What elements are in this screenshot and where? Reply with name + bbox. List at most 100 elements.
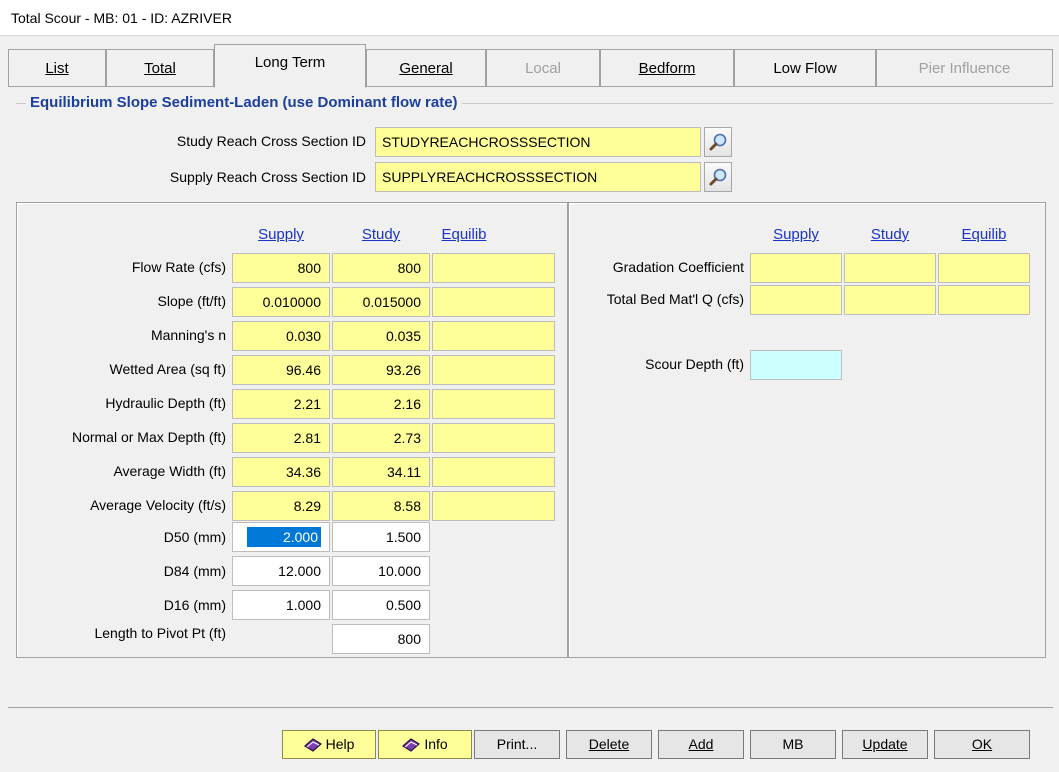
supply-cell[interactable]: 8.29 <box>232 491 330 521</box>
row-label: Flow Rate (cfs) <box>131 259 226 275</box>
supply-cell[interactable]: 0.030 <box>232 321 330 351</box>
study-cell[interactable]: 0.500 <box>332 590 430 620</box>
tab-long-term[interactable]: Long Term <box>214 44 366 88</box>
study-cell[interactable]: 2.73 <box>332 423 430 453</box>
equilib-cell[interactable] <box>432 321 555 351</box>
window-title: Total Scour - MB: 01 - ID: AZRIVER <box>0 0 1059 36</box>
tab-low-flow[interactable]: Low Flow <box>734 49 876 86</box>
supply-reach-label: Supply Reach Cross Section ID <box>169 169 366 185</box>
study-cell[interactable]: 800 <box>332 253 430 283</box>
supply-cell[interactable] <box>750 253 842 283</box>
col-header-supply[interactable]: Supply <box>750 226 842 243</box>
supply-reach-search-button[interactable] <box>704 162 732 192</box>
equilib-cell[interactable] <box>432 287 555 317</box>
supply-cell[interactable]: 800 <box>232 253 330 283</box>
supply-cell[interactable]: 0.010000 <box>232 287 330 317</box>
tab-label: Long Term <box>254 54 326 71</box>
study-cell[interactable]: 8.58 <box>332 491 430 521</box>
tab-bedform[interactable]: Bedform <box>600 49 734 86</box>
tab-list[interactable]: List <box>8 49 106 86</box>
supply-cell[interactable]: 96.46 <box>232 355 330 385</box>
tab-label: General <box>399 60 453 77</box>
scour-depth-label: Scour Depth (ft) <box>645 356 744 372</box>
study-cell[interactable]: 2.16 <box>332 389 430 419</box>
tab-total[interactable]: Total <box>106 49 214 86</box>
row-label: Normal or Max Depth (ft) <box>71 429 226 445</box>
col-header-study[interactable]: Study <box>332 226 430 243</box>
update-button[interactable]: Update <box>842 730 928 759</box>
magnifier-icon <box>709 168 727 186</box>
supply-cell[interactable]: 12.000 <box>232 556 330 586</box>
equilib-cell[interactable] <box>432 423 555 453</box>
study-reach-search-button[interactable] <box>704 127 732 157</box>
equilib-cell[interactable] <box>432 355 555 385</box>
study-cell[interactable]: 0.015000 <box>332 287 430 317</box>
supply-cell[interactable]: 34.36 <box>232 457 330 487</box>
row-label: Average Width (ft) <box>113 463 226 479</box>
row-label: Gradation Coefficient <box>612 259 744 275</box>
delete-button[interactable]: Delete <box>566 730 652 759</box>
add-label: Add <box>688 736 714 752</box>
supply-cell[interactable]: 2.21 <box>232 389 330 419</box>
help-button[interactable]: Help <box>282 730 376 759</box>
row-label: D84 (mm) <box>163 563 226 579</box>
tab-label: Pier Influence <box>918 60 1011 77</box>
study-cell[interactable]: 1.500 <box>332 522 430 552</box>
col-header-equilib[interactable]: Equilib <box>432 226 496 243</box>
print-button[interactable]: Print... <box>474 730 560 759</box>
tab-label: List <box>45 60 69 77</box>
button-bar-divider <box>8 707 1053 708</box>
selected-text: 2.000 <box>246 527 321 547</box>
row-label: D16 (mm) <box>163 597 226 613</box>
tab-label: Low Flow <box>773 60 837 77</box>
tab-pier-influence[interactable]: Pier Influence <box>876 49 1053 86</box>
row-label: Average Velocity (ft/s) <box>90 497 226 513</box>
supply-cell[interactable]: 2.81 <box>232 423 330 453</box>
equilib-cell[interactable] <box>432 457 555 487</box>
book-icon <box>303 737 322 752</box>
add-button[interactable]: Add <box>658 730 744 759</box>
info-button[interactable]: Info <box>378 730 472 759</box>
row-label: Length to Pivot Pt (ft) <box>94 625 226 641</box>
equilib-cell[interactable] <box>432 253 555 283</box>
study-cell[interactable]: 800 <box>332 624 430 654</box>
supply-cell[interactable] <box>750 285 842 315</box>
mb-button[interactable]: MB <box>750 730 836 759</box>
book-icon <box>402 737 421 752</box>
study-reach-field[interactable]: STUDYREACHCROSSSECTION <box>375 127 701 157</box>
tab-label: Bedform <box>638 60 696 77</box>
study-cell[interactable]: 0.035 <box>332 321 430 351</box>
row-label: Wetted Area (sq ft) <box>109 361 226 377</box>
row-label: D50 (mm) <box>163 529 226 545</box>
ok-button[interactable]: OK <box>934 730 1030 759</box>
row-label: Hydraulic Depth (ft) <box>105 395 226 411</box>
help-label: Help <box>325 736 355 752</box>
ok-label: OK <box>971 736 993 752</box>
mb-label: MB <box>782 736 804 752</box>
magnifier-icon <box>709 133 727 151</box>
equilib-cell[interactable] <box>432 389 555 419</box>
equilib-cell[interactable] <box>938 285 1030 315</box>
col-header-equilib[interactable]: Equilib <box>938 226 1030 243</box>
equilib-cell[interactable] <box>432 491 555 521</box>
col-header-study[interactable]: Study <box>844 226 936 243</box>
tab-general[interactable]: General <box>366 49 486 86</box>
row-label: Total Bed Mat'l Q (cfs) <box>606 291 744 307</box>
scour-depth-field[interactable] <box>750 350 842 380</box>
equilib-cell[interactable] <box>938 253 1030 283</box>
tab-local[interactable]: Local <box>486 49 600 86</box>
info-label: Info <box>424 736 448 752</box>
row-label: Slope (ft/ft) <box>157 293 226 309</box>
update-label: Update <box>862 736 908 752</box>
supply-reach-field[interactable]: SUPPLYREACHCROSSSECTION <box>375 162 701 192</box>
study-cell[interactable]: 34.11 <box>332 457 430 487</box>
supply-cell[interactable]: 1.000 <box>232 590 330 620</box>
d50-supply-field[interactable]: 2.000 <box>232 522 330 552</box>
tab-label: Local <box>525 60 561 77</box>
study-cell[interactable]: 93.26 <box>332 355 430 385</box>
study-cell[interactable] <box>844 285 936 315</box>
col-header-supply[interactable]: Supply <box>232 226 330 243</box>
row-label: Manning's n <box>150 327 226 343</box>
study-cell[interactable]: 10.000 <box>332 556 430 586</box>
study-cell[interactable] <box>844 253 936 283</box>
